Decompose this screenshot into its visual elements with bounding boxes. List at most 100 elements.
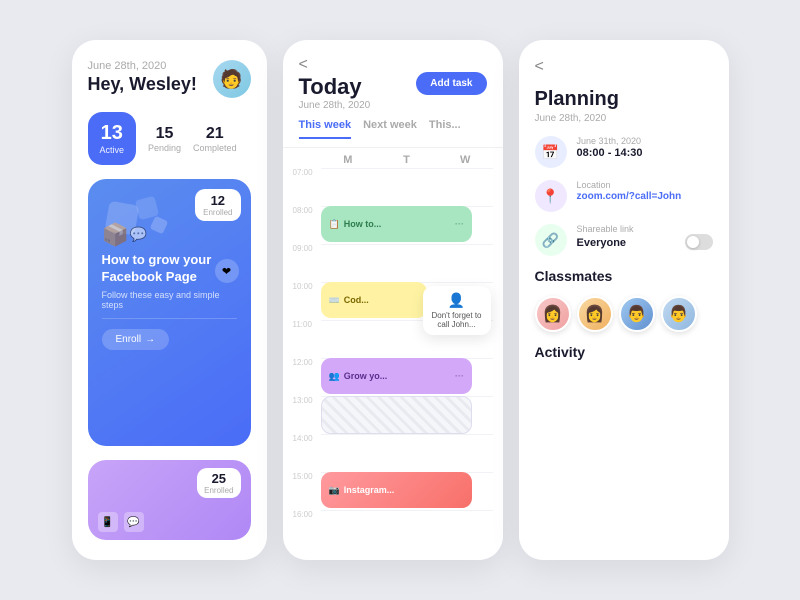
person-icon: 👤 bbox=[431, 292, 483, 309]
classmates-row: 👩 👩 👨 👨 bbox=[535, 296, 713, 332]
arrow-icon: → bbox=[145, 334, 155, 345]
calendar-date: June 28th, 2020 bbox=[299, 100, 371, 111]
event-label-3: Grow yo... bbox=[344, 371, 388, 381]
back-button[interactable]: < bbox=[299, 56, 308, 74]
event-striped bbox=[321, 396, 472, 434]
card-calendar: < Today June 28th, 2020 Add task This we… bbox=[283, 40, 503, 560]
purple-card-icons: 📱 💬 bbox=[98, 512, 144, 532]
card-planning: < Planning June 28th, 2020 📅 June 31th, … bbox=[519, 40, 729, 560]
featured-course-card: 12 Enrolled ❤ 📦 💬 How to grow your Faceb… bbox=[88, 179, 251, 446]
user-avatar: 🧑 bbox=[213, 60, 251, 98]
calendar-body: 07:00 08:00 09:00 10:00 11:00 12:00 13:0… bbox=[283, 168, 503, 560]
course-subtitle: Follow these easy and simple steps bbox=[102, 290, 237, 310]
planning-date: June 28th, 2020 bbox=[535, 113, 713, 124]
enroll-label: Enroll bbox=[116, 334, 142, 345]
event-instagram[interactable]: 📷 Instagram... bbox=[321, 472, 472, 508]
icon-2: 💬 bbox=[124, 512, 144, 532]
activity-title: Activity bbox=[535, 344, 713, 360]
enroll-button[interactable]: Enroll → bbox=[102, 329, 170, 350]
event-icon: 📋 bbox=[329, 219, 340, 230]
icon-1: 📱 bbox=[98, 512, 118, 532]
time-1100: 11:00 bbox=[293, 320, 321, 329]
planning-time-info: June 31th, 2020 08:00 - 14:30 bbox=[577, 136, 643, 159]
add-task-button[interactable]: Add task bbox=[416, 72, 486, 95]
calendar-title: Today bbox=[299, 74, 371, 100]
day-tuesday: T bbox=[379, 154, 434, 166]
stat-completed: 21 Completed bbox=[193, 125, 237, 153]
time-1300: 13:00 bbox=[293, 396, 321, 405]
tab-this-month[interactable]: This... bbox=[429, 119, 461, 139]
shareable-label: Shareable link bbox=[577, 224, 713, 234]
pending-count: 15 bbox=[148, 125, 181, 143]
event-icon-2: ⌨️ bbox=[329, 295, 340, 306]
planning-shareable-info: Shareable link Everyone bbox=[577, 224, 713, 250]
tab-next-week[interactable]: Next week bbox=[363, 119, 417, 139]
event-code[interactable]: ⌨️ Cod... bbox=[321, 282, 428, 318]
event-howto[interactable]: 📋 How to... ··· bbox=[321, 206, 472, 242]
day-monday: M bbox=[321, 154, 376, 166]
completed-count: 21 bbox=[193, 125, 237, 143]
time-0700: 07:00 bbox=[293, 168, 321, 177]
heart-icon[interactable]: ❤ bbox=[215, 259, 239, 283]
purple-enrolled-count: 25 bbox=[204, 471, 233, 486]
purple-enrolled-badge: 25 Enrolled bbox=[197, 468, 240, 498]
completed-label: Completed bbox=[193, 143, 237, 153]
classmate-3: 👨 bbox=[619, 296, 655, 332]
dashboard-date: June 28th, 2020 bbox=[88, 60, 197, 72]
activity-chart bbox=[535, 372, 713, 432]
time-1500: 15:00 bbox=[293, 472, 321, 481]
shareable-toggle[interactable] bbox=[685, 234, 713, 250]
active-label: Active bbox=[100, 145, 125, 155]
planning-title: Planning bbox=[535, 88, 713, 111]
planning-time-item: 📅 June 31th, 2020 08:00 - 14:30 bbox=[535, 136, 713, 168]
location-value[interactable]: zoom.com/?call=John bbox=[577, 191, 682, 202]
event-icon-3: 👥 bbox=[329, 371, 340, 382]
planning-shareable-item: 🔗 Shareable link Everyone bbox=[535, 224, 713, 256]
location-label: Location bbox=[577, 180, 682, 190]
toggle-knob bbox=[687, 236, 699, 248]
calendar-header: < Today June 28th, 2020 Add task bbox=[283, 40, 503, 119]
person-note-text: Don't forget to call John... bbox=[431, 311, 483, 329]
event-label: How to... bbox=[344, 219, 382, 229]
event-label-4: Instagram... bbox=[344, 485, 395, 495]
planning-date-label: June 31th, 2020 bbox=[577, 136, 643, 146]
time-0900: 09:00 bbox=[293, 244, 321, 253]
classmate-2: 👩 bbox=[577, 296, 613, 332]
classmate-4: 👨 bbox=[661, 296, 697, 332]
time-1200: 12:00 bbox=[293, 358, 321, 367]
stat-active: 13 Active bbox=[88, 112, 137, 165]
purple-course-card: 25 Enrolled 📱 💬 bbox=[88, 460, 251, 540]
calendar-icon: 📅 bbox=[535, 136, 567, 168]
location-icon: 📍 bbox=[535, 180, 567, 212]
classmates-title: Classmates bbox=[535, 268, 713, 284]
planning-time-value: 08:00 - 14:30 bbox=[577, 147, 643, 159]
time-1000: 10:00 bbox=[293, 282, 321, 291]
person-note-bubble: 👤 Don't forget to call John... bbox=[423, 286, 491, 335]
stats-row: 13 Active 15 Pending 21 Completed bbox=[88, 112, 251, 165]
course-illustration: 📦 💬 bbox=[102, 193, 237, 248]
active-count: 13 bbox=[100, 122, 125, 145]
event-menu[interactable]: ··· bbox=[455, 219, 464, 229]
planning-back-button[interactable]: < bbox=[535, 58, 713, 76]
card-dashboard: June 28th, 2020 Hey, Wesley! 🧑 13 Active… bbox=[72, 40, 267, 560]
day-wednesday: W bbox=[438, 154, 493, 166]
stat-pending: 15 Pending bbox=[148, 125, 181, 153]
tab-this-week[interactable]: This week bbox=[299, 119, 352, 139]
purple-enrolled-label: Enrolled bbox=[204, 486, 233, 495]
time-1600: 16:00 bbox=[293, 510, 321, 519]
time-0800: 08:00 bbox=[293, 206, 321, 215]
classmate-1: 👩 bbox=[535, 296, 571, 332]
event-grow[interactable]: 👥 Grow yo... ··· bbox=[321, 358, 472, 394]
instagram-icon: 📷 bbox=[329, 485, 340, 496]
shareable-value: Everyone bbox=[577, 237, 627, 249]
greeting-text: Hey, Wesley! bbox=[88, 74, 197, 95]
planning-location-info: Location zoom.com/?call=John bbox=[577, 180, 682, 202]
time-1400: 14:00 bbox=[293, 434, 321, 443]
pending-label: Pending bbox=[148, 143, 181, 153]
link-icon: 🔗 bbox=[535, 224, 567, 256]
planning-location-item: 📍 Location zoom.com/?call=John bbox=[535, 180, 713, 212]
event-menu-3[interactable]: ··· bbox=[455, 371, 464, 381]
event-label-2: Cod... bbox=[344, 295, 369, 305]
week-tabs: This week Next week This... bbox=[283, 119, 503, 148]
shareable-toggle-row: Everyone bbox=[577, 234, 713, 250]
